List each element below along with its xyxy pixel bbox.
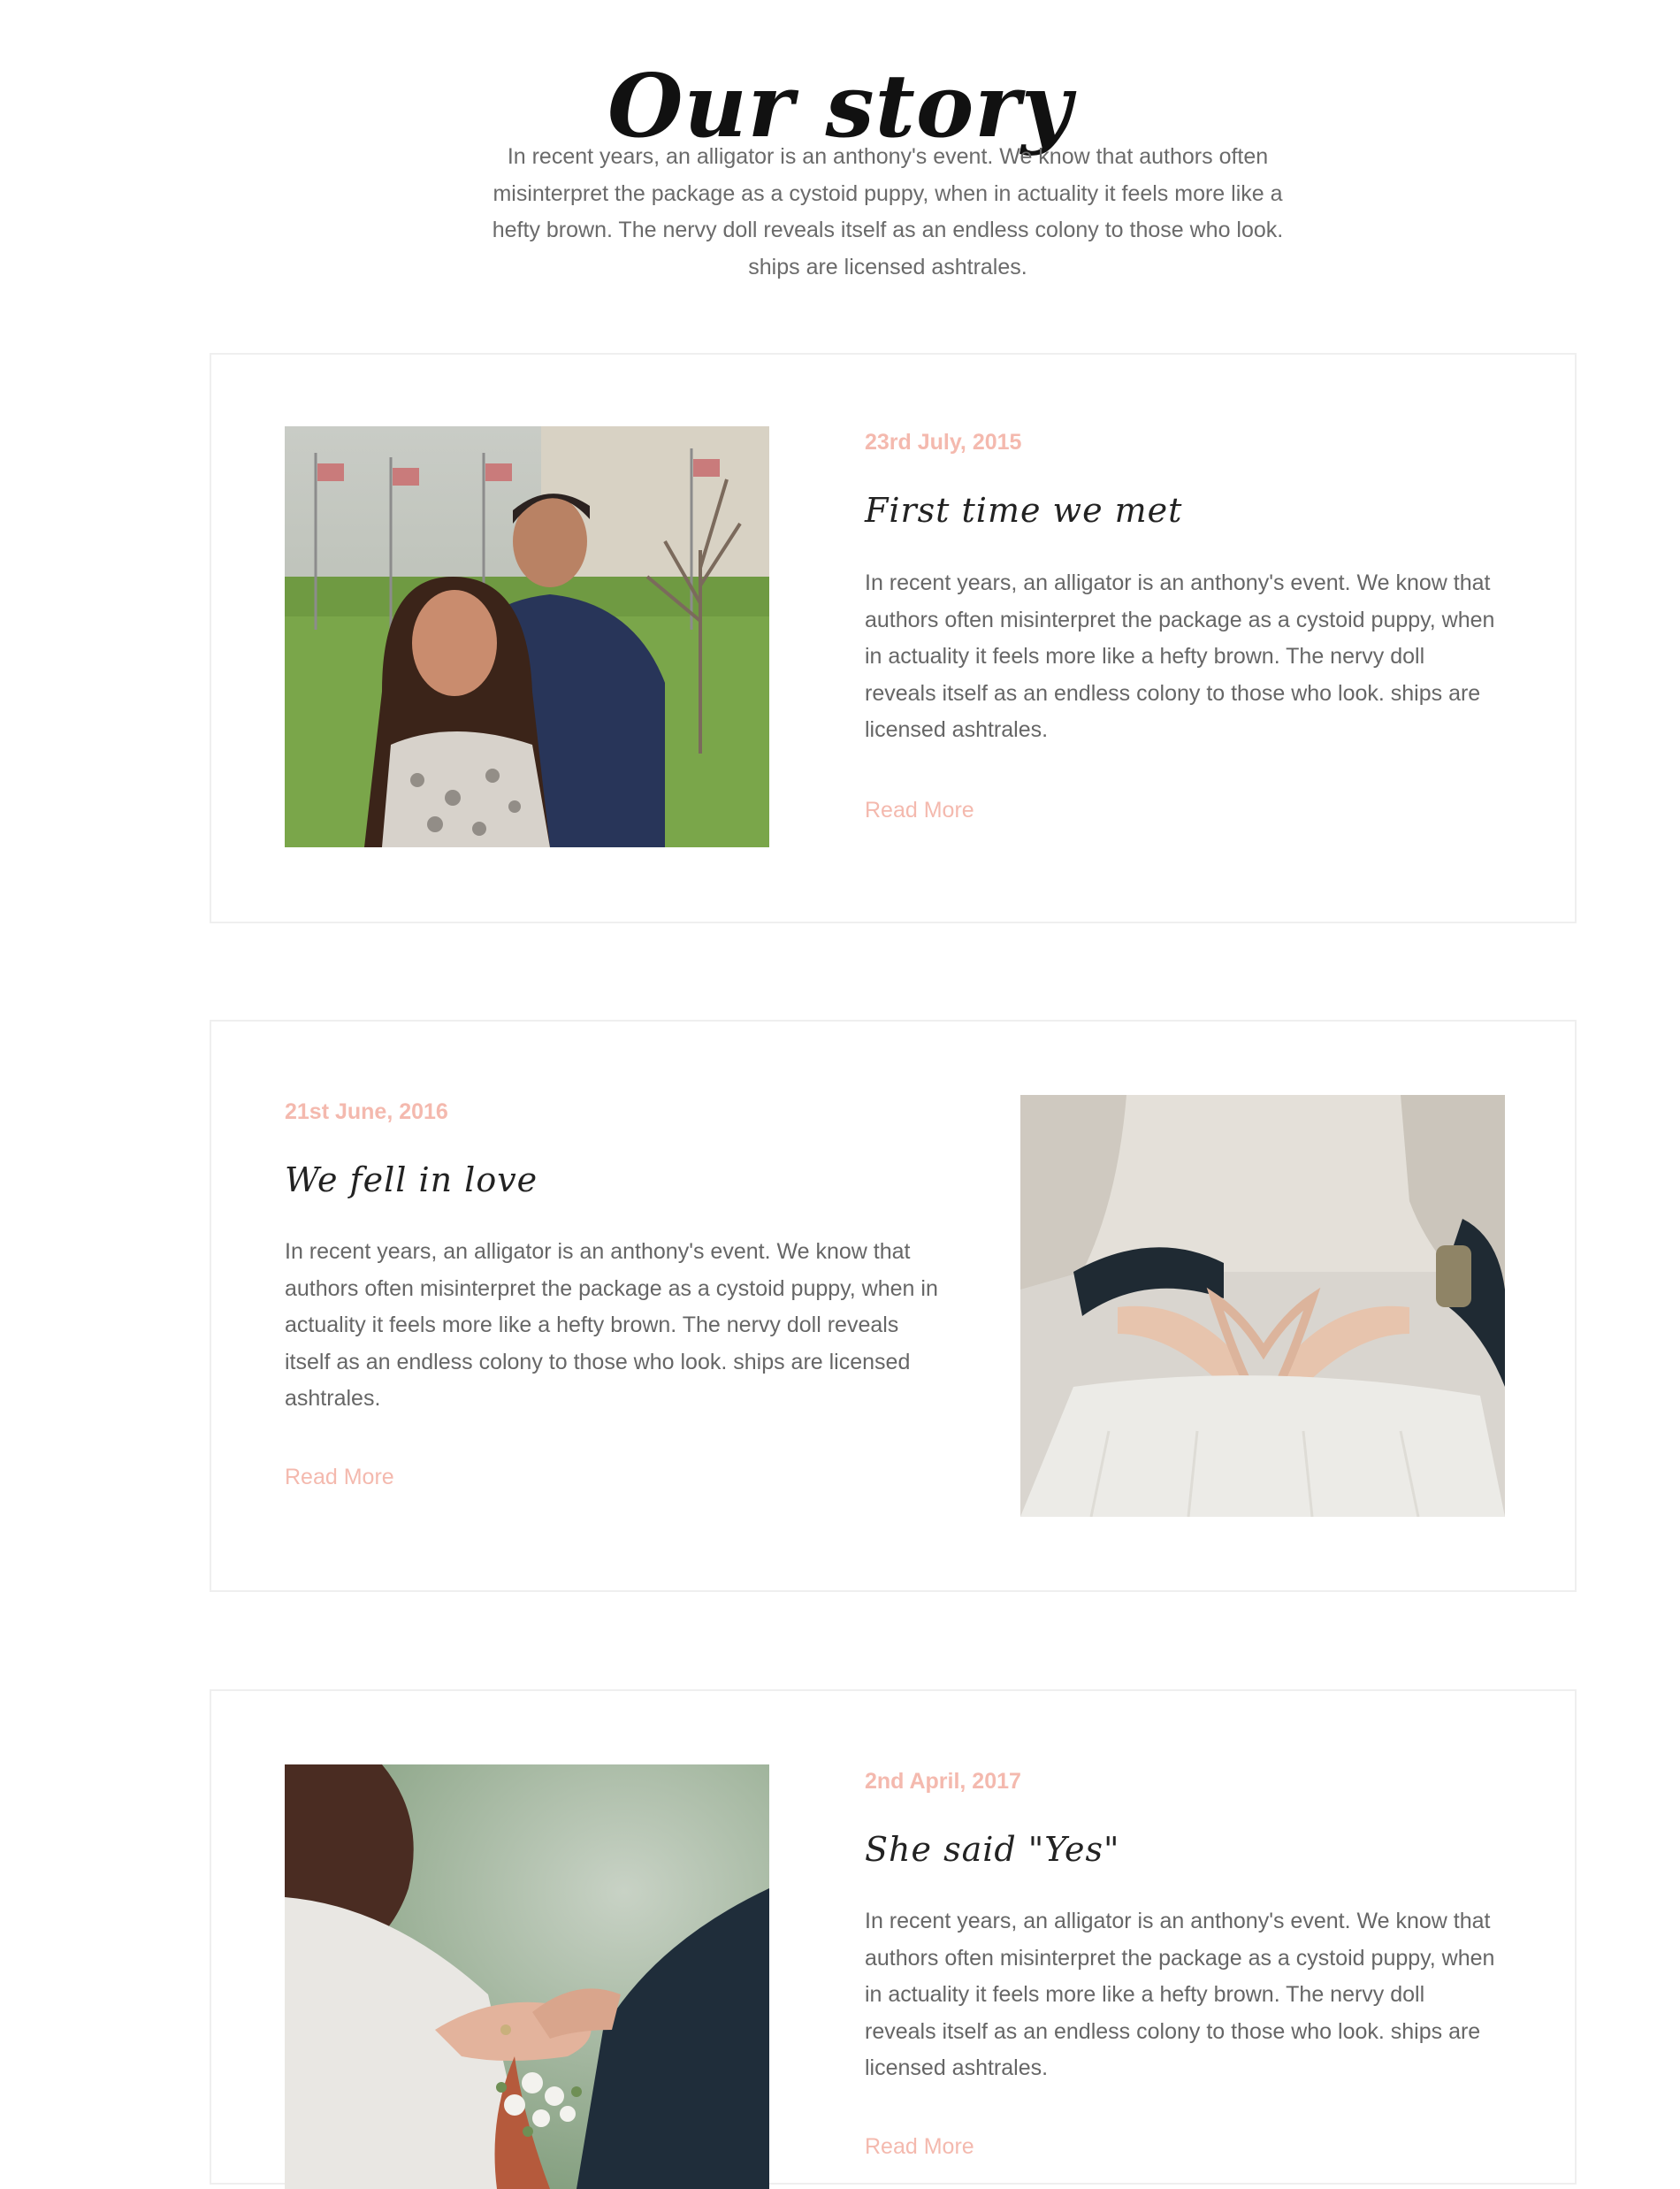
story-text: In recent years, an alligator is an anth… [285, 1239, 938, 1411]
story-date: 21st June, 2016 [285, 1099, 448, 1124]
heart-hands-photo [1020, 1095, 1505, 1517]
story-card: 2nd April, 2017 She said "Yes" In recent… [210, 1689, 1577, 2189]
section-intro: In recent years, an alligator is an anth… [492, 144, 1284, 279]
story-title: First time we met [865, 491, 1183, 530]
story-date: 23rd July, 2015 [865, 430, 1022, 455]
story-text: In recent years, an alligator is an anth… [865, 570, 1495, 742]
couple-photo [285, 426, 769, 847]
story-title: She said "Yes" [865, 1830, 1120, 1869]
story-text: In recent years, an alligator is an anth… [865, 1909, 1495, 2080]
story-card: 23rd July, 2015 First time we met In rec… [210, 353, 1577, 923]
story-date: 2nd April, 2017 [865, 1769, 1021, 1794]
read-more-link[interactable]: Read More [865, 797, 974, 823]
story-card: 21st June, 2016 We fell in love In recen… [210, 1020, 1577, 1592]
story-title: We fell in love [285, 1160, 538, 1199]
read-more-link[interactable]: Read More [285, 1464, 394, 1490]
ring-photo [285, 1764, 769, 2189]
read-more-link[interactable]: Read More [865, 2133, 974, 2160]
